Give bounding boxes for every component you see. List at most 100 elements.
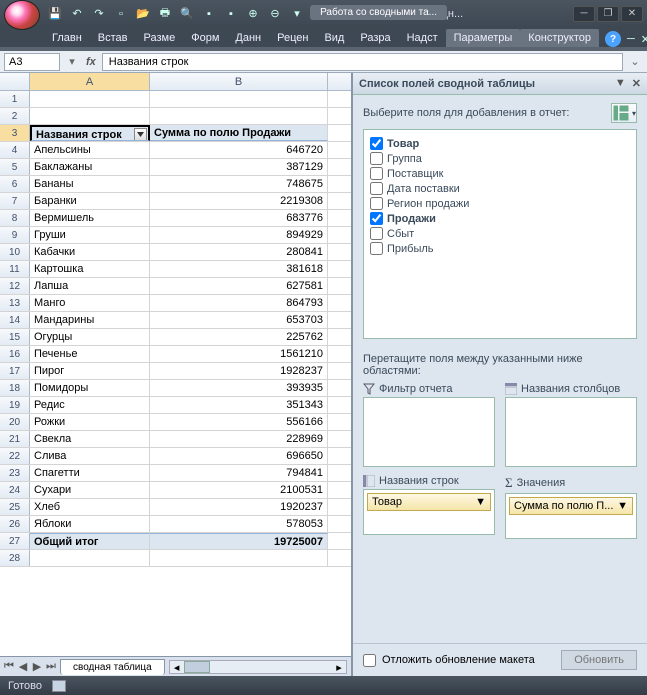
scroll-right-icon[interactable]: ▸ xyxy=(332,661,346,674)
cell[interactable]: 1928237 xyxy=(150,363,328,379)
chevron-down-icon[interactable]: ▼ xyxy=(475,496,486,508)
cell[interactable]: 280841 xyxy=(150,244,328,260)
cell[interactable]: Рожки xyxy=(30,414,150,430)
namebox-dropdown-icon[interactable]: ▾ xyxy=(64,55,80,68)
field-checkbox[interactable] xyxy=(370,242,383,255)
restore-button[interactable]: ❐ xyxy=(597,6,619,22)
field-list[interactable]: ТоварГруппаПоставщикДата поставкиРегион … xyxy=(363,129,637,339)
select-all-button[interactable] xyxy=(0,73,30,90)
update-button[interactable]: Обновить xyxy=(561,650,637,670)
column-header-b[interactable]: B xyxy=(150,73,328,90)
name-box[interactable] xyxy=(4,53,60,71)
row-header[interactable]: 15 xyxy=(0,329,30,345)
field-item[interactable]: Прибыль xyxy=(370,241,630,256)
first-sheet-icon[interactable]: ⏮ xyxy=(2,659,16,675)
row-header[interactable]: 14 xyxy=(0,312,30,328)
row-header[interactable]: 2 xyxy=(0,108,30,124)
area-val-item[interactable]: Сумма по полю П...▼ xyxy=(509,497,633,515)
field-checkbox[interactable] xyxy=(370,152,383,165)
cell[interactable] xyxy=(150,91,328,107)
cell[interactable]: 381618 xyxy=(150,261,328,277)
expand-formula-icon[interactable]: ⌄ xyxy=(627,55,643,68)
cell[interactable]: Яблоки xyxy=(30,516,150,532)
cell[interactable] xyxy=(150,550,328,566)
cell[interactable]: 19725007 xyxy=(150,533,328,549)
cell[interactable]: 894929 xyxy=(150,227,328,243)
field-checkbox[interactable] xyxy=(370,197,383,210)
prev-sheet-icon[interactable]: ◀ xyxy=(16,659,30,675)
redo-icon[interactable]: ↷ xyxy=(90,5,108,23)
cell[interactable]: 794841 xyxy=(150,465,328,481)
cell[interactable]: Кабачки xyxy=(30,244,150,260)
cell[interactable]: Огурцы xyxy=(30,329,150,345)
office-button[interactable] xyxy=(4,0,40,30)
cell[interactable]: 1920237 xyxy=(150,499,328,515)
cell[interactable]: Слива xyxy=(30,448,150,464)
print-icon[interactable]: 🖶 xyxy=(156,5,174,23)
tab-home[interactable]: Главн xyxy=(44,29,90,47)
qat-icon[interactable]: ▪ xyxy=(200,5,218,23)
area-row-item[interactable]: Товар▼ xyxy=(367,493,491,511)
cell[interactable]: 351343 xyxy=(150,397,328,413)
field-item[interactable]: Товар xyxy=(370,136,630,151)
cell[interactable]: 225762 xyxy=(150,329,328,345)
horizontal-scrollbar[interactable]: ◂ ▸ xyxy=(169,660,347,674)
qat-more-icon[interactable]: ▾ xyxy=(288,5,306,23)
row-header[interactable]: 24 xyxy=(0,482,30,498)
row-header[interactable]: 19 xyxy=(0,397,30,413)
row-header[interactable]: 16 xyxy=(0,346,30,362)
next-sheet-icon[interactable]: ▶ xyxy=(30,659,44,675)
undo-icon[interactable]: ↶ xyxy=(68,5,86,23)
row-header[interactable]: 13 xyxy=(0,295,30,311)
field-item[interactable]: Продажи xyxy=(370,211,630,226)
cell[interactable]: 748675 xyxy=(150,176,328,192)
cell[interactable] xyxy=(30,550,150,566)
row-header[interactable]: 1 xyxy=(0,91,30,107)
cell[interactable]: Баклажаны xyxy=(30,159,150,175)
area-vals-box[interactable]: Сумма по полю П...▼ xyxy=(505,493,637,539)
cell[interactable]: 578053 xyxy=(150,516,328,532)
chevron-down-icon[interactable]: ▼ xyxy=(617,500,628,512)
row-header[interactable]: 10 xyxy=(0,244,30,260)
row-header[interactable]: 8 xyxy=(0,210,30,226)
field-item[interactable]: Дата поставки xyxy=(370,181,630,196)
open-icon[interactable]: 📂 xyxy=(134,5,152,23)
cell[interactable]: Спагетти xyxy=(30,465,150,481)
field-item[interactable]: Сбыт xyxy=(370,226,630,241)
row-header[interactable]: 17 xyxy=(0,363,30,379)
minimize-button[interactable]: ─ xyxy=(573,6,595,22)
cell[interactable]: 1561210 xyxy=(150,346,328,362)
cell[interactable]: Манго xyxy=(30,295,150,311)
macro-record-icon[interactable] xyxy=(52,680,66,692)
help-icon[interactable]: ? xyxy=(605,31,621,47)
tab-formulas[interactable]: Форм xyxy=(183,29,227,47)
field-checkbox[interactable] xyxy=(370,182,383,195)
scroll-left-icon[interactable]: ◂ xyxy=(170,661,184,674)
pane-close-icon[interactable]: ✕ xyxy=(632,77,641,90)
cell[interactable]: Мандарины xyxy=(30,312,150,328)
cell[interactable]: 646720 xyxy=(150,142,328,158)
preview-icon[interactable]: 🔍 xyxy=(178,5,196,23)
cell[interactable]: Пирог xyxy=(30,363,150,379)
close-workbook-icon[interactable]: ✕ xyxy=(641,33,647,46)
row-header[interactable]: 25 xyxy=(0,499,30,515)
qat-icon[interactable]: ⊕ xyxy=(244,5,262,23)
area-cols-box[interactable] xyxy=(505,397,637,467)
cell[interactable]: Лапша xyxy=(30,278,150,294)
filter-dropdown-icon[interactable] xyxy=(134,128,147,141)
field-checkbox[interactable] xyxy=(370,137,383,150)
close-button[interactable]: ✕ xyxy=(621,6,643,22)
cell[interactable]: 2219308 xyxy=(150,193,328,209)
tab-view[interactable]: Вид xyxy=(316,29,352,47)
tab-layout[interactable]: Разме xyxy=(136,29,184,47)
cell[interactable]: 696650 xyxy=(150,448,328,464)
cell[interactable]: 387129 xyxy=(150,159,328,175)
defer-checkbox[interactable] xyxy=(363,654,376,667)
tab-insert[interactable]: Встав xyxy=(90,29,136,47)
area-filter-box[interactable] xyxy=(363,397,495,467)
minimize-ribbon-icon[interactable]: ─ xyxy=(627,33,635,45)
layout-options-button[interactable]: ▾ xyxy=(611,103,637,123)
fx-icon[interactable]: fx xyxy=(80,56,102,68)
row-header[interactable]: 4 xyxy=(0,142,30,158)
row-header[interactable]: 12 xyxy=(0,278,30,294)
